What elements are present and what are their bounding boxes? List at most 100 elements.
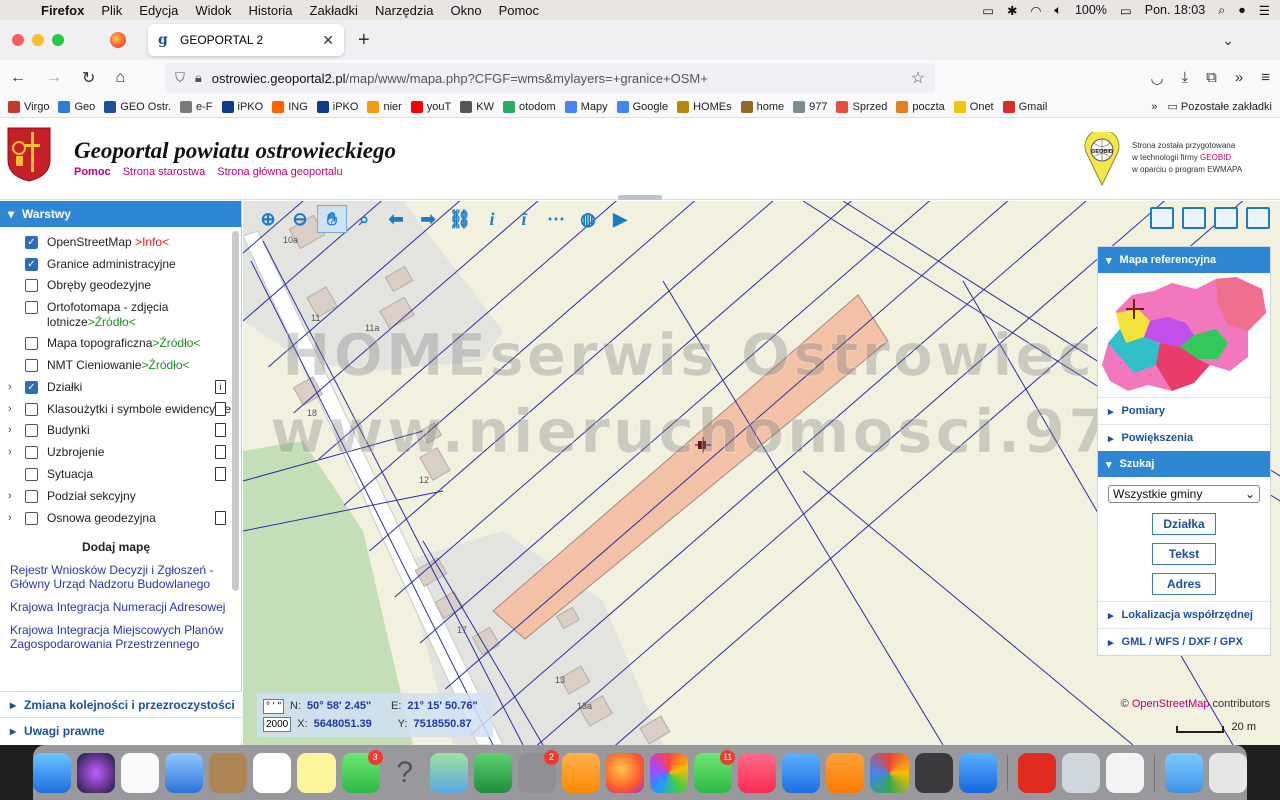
header-resize-grip[interactable]: [618, 195, 662, 200]
geobid-brand[interactable]: GEOBID: [1200, 153, 1231, 162]
screen-mirroring-icon[interactable]: ▭: [982, 3, 994, 18]
dock-notes-icon[interactable]: [297, 752, 336, 793]
search-parcel-button[interactable]: Działka: [1152, 513, 1216, 535]
bookmark-item[interactable]: iPKO: [316, 100, 358, 113]
expand-chevron-icon[interactable]: ›: [8, 445, 22, 460]
bookmarks-overflow-icon[interactable]: »: [1151, 101, 1157, 113]
info-icon[interactable]: i: [477, 205, 507, 233]
layer-row[interactable]: › Klasoużytki i symbole ewidencyjne: [0, 402, 232, 417]
menu-item-zakladki[interactable]: Zakładki: [310, 3, 358, 18]
bookmark-item[interactable]: home: [740, 100, 784, 113]
layer-legend-document-icon[interactable]: [215, 423, 226, 437]
bookmark-item[interactable]: Gmail: [1002, 100, 1047, 113]
zoom-window-icon[interactable]: ⌕: [349, 205, 379, 233]
info-query-icon[interactable]: ī: [509, 205, 539, 233]
dock-numbers-icon[interactable]: [473, 752, 512, 793]
dock-textedit-icon[interactable]: [1105, 752, 1144, 793]
layer-row[interactable]: › Osnowa geodezyjna: [0, 511, 232, 526]
dock-trash-icon[interactable]: [1208, 752, 1248, 793]
dock-calculator-icon[interactable]: [914, 752, 953, 793]
geobid-logo-icon[interactable]: GEOBID: [1083, 132, 1121, 186]
dock-maps-icon[interactable]: [429, 752, 468, 793]
coordinate-location-section[interactable]: ▸ Lokalizacja współrzędnej: [1098, 601, 1270, 628]
expand-chevron-icon[interactable]: ›: [8, 489, 22, 504]
layers-scrollbar[interactable]: [232, 231, 239, 591]
bookmark-item[interactable]: Virgo: [8, 100, 49, 113]
close-tab-icon[interactable]: ✕: [322, 32, 334, 49]
layers-panel-header[interactable]: ▾ Warstwy: [0, 201, 241, 227]
camera-icon[interactable]: ▶︎: [605, 205, 635, 233]
bookmark-item[interactable]: 977: [793, 100, 827, 113]
dock-chrome-icon[interactable]: [870, 752, 909, 793]
dock-system-preferences-icon[interactable]: 2: [517, 749, 559, 793]
expand-chevron-icon[interactable]: ›: [8, 423, 22, 438]
selected-parcel[interactable]: [492, 294, 889, 640]
measure-icon[interactable]: ⋯: [541, 205, 571, 233]
starostwo-link[interactable]: Strona starostwa: [123, 166, 206, 178]
dock-app-store-icon[interactable]: [958, 752, 997, 793]
reference-map-canvas[interactable]: [1098, 273, 1270, 397]
dock-acrobat-icon[interactable]: [1017, 752, 1056, 793]
dock-firefox-icon[interactable]: [606, 752, 645, 793]
layer-checkbox[interactable]: [25, 301, 38, 314]
menu-item-pomoc[interactable]: Pomoc: [499, 3, 539, 18]
reload-icon[interactable]: ↻: [82, 68, 95, 88]
layout-left-panel-icon[interactable]: [1182, 207, 1206, 229]
layer-row[interactable]: Obręby geodezyjne: [0, 278, 232, 293]
spotlight-search-icon[interactable]: ⌕: [1218, 3, 1225, 18]
hamburger-menu-icon[interactable]: ≡: [1261, 69, 1270, 87]
layer-checkbox[interactable]: [25, 490, 38, 503]
layer-legend-document-icon[interactable]: [215, 511, 226, 525]
crs-2000-toggle[interactable]: 2000: [263, 716, 292, 732]
bookmark-item[interactable]: Google: [616, 100, 668, 113]
lock-icon[interactable]: 🔒︎: [195, 70, 202, 86]
zoom-out-icon[interactable]: ⊖: [285, 205, 315, 233]
tab-geoportal[interactable]: g GEOPORTAL 2 ✕: [148, 24, 344, 56]
add-map-link[interactable]: Rejestr Wniosków Decyzji i Zgłoszeń - Gł…: [0, 563, 232, 591]
dock-finder-icon[interactable]: [33, 752, 72, 793]
powiat-crest-icon[interactable]: [6, 126, 52, 182]
layer-checkbox[interactable]: [25, 359, 38, 372]
map-view[interactable]: 10a 11 11a 18 12 17 13 13a HOMEserwis Ostrowiec…: [243, 201, 1280, 745]
layer-source-link[interactable]: >Źródło<: [141, 358, 189, 372]
bookmark-item[interactable]: ING: [272, 100, 308, 113]
zoom-section[interactable]: ▸ Powiększenia: [1098, 424, 1270, 451]
home-icon[interactable]: ⌂: [115, 69, 125, 87]
dock-keynote-icon[interactable]: [782, 752, 821, 793]
expand-chevron-icon[interactable]: ›: [8, 380, 22, 395]
bookmark-item[interactable]: Mapy: [564, 100, 608, 113]
layer-checkbox[interactable]: [25, 446, 38, 459]
reference-map[interactable]: [1098, 273, 1270, 397]
extensions-icon[interactable]: ⧉: [1206, 69, 1217, 87]
layer-info-icon[interactable]: i: [215, 380, 226, 394]
layer-row[interactable]: ✓ Granice administracyjne: [0, 257, 232, 272]
dock-facetime-icon[interactable]: 11: [694, 749, 736, 793]
bookmark-item[interactable]: e-F: [180, 100, 213, 113]
layer-row[interactable]: › ✓ Działki i: [0, 380, 232, 395]
layer-source-link[interactable]: >Źródło<: [88, 315, 136, 329]
layer-checkbox[interactable]: [25, 403, 38, 416]
layer-info-link[interactable]: >Info<: [135, 235, 169, 249]
measure-section[interactable]: ▸ Pomiary: [1098, 397, 1270, 424]
gmina-select[interactable]: Wszystkie gminy ⌄: [1108, 485, 1260, 503]
new-tab-button[interactable]: +: [358, 29, 370, 52]
pan-hand-icon[interactable]: ✋︎: [317, 205, 347, 233]
bluetooth-icon[interactable]: ✱: [1007, 3, 1017, 18]
gml-export-section[interactable]: ▸ GML / WFS / DXF / GPX: [1098, 628, 1270, 655]
layer-legend-document-icon[interactable]: [215, 445, 226, 459]
layer-row[interactable]: › Uzbrojenie: [0, 445, 232, 460]
search-address-button[interactable]: Adres: [1152, 573, 1216, 595]
back-icon[interactable]: ←: [10, 69, 26, 87]
layout-right-panel-icon[interactable]: [1246, 207, 1270, 229]
search-text-button[interactable]: Tekst: [1152, 543, 1216, 565]
zoom-window-button[interactable]: [52, 34, 64, 46]
menu-item-historia[interactable]: Historia: [248, 3, 292, 18]
dock-reminders-icon[interactable]: [121, 752, 160, 793]
bookmark-item[interactable]: Onet: [953, 100, 994, 113]
forward-icon[interactable]: →: [46, 69, 62, 87]
bookmark-item[interactable]: HOMEs: [677, 100, 732, 113]
bookmark-item[interactable]: GEO Ostr.: [104, 100, 171, 113]
bookmark-item[interactable]: iPKO: [221, 100, 263, 113]
layer-row[interactable]: Sytuacja: [0, 467, 232, 482]
expand-chevron-icon[interactable]: ›: [8, 511, 22, 526]
